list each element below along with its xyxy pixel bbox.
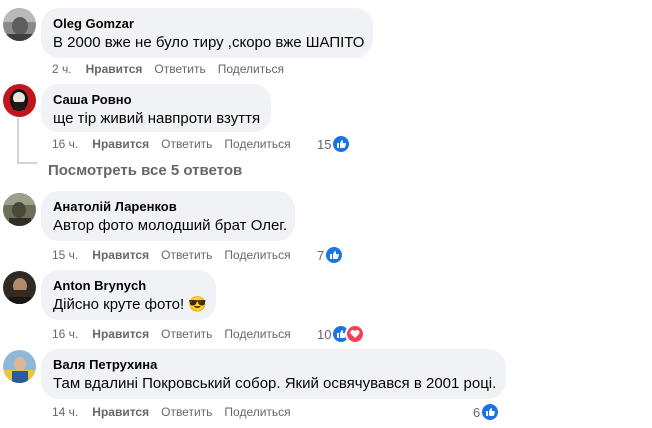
like-button[interactable]: Нравится <box>92 326 149 342</box>
thread-line <box>17 162 37 164</box>
comment-text: Там вдалині Покровський собор. Який освя… <box>53 375 497 392</box>
comment-bubble: Anton Brynych Дійсно круте фото! 😎 <box>41 270 216 320</box>
like-button[interactable]: Нравится <box>86 61 143 77</box>
thread-line <box>17 118 19 164</box>
comment-bubble: Валя Петрухина Там вдалині Покровський с… <box>41 349 506 399</box>
reaction-count: 15 <box>317 136 332 152</box>
comment-time[interactable]: 2 ч. <box>52 61 72 77</box>
reaction-count: 10 <box>317 326 332 342</box>
comment-bubble: Анатолій Ларенков Автор фото молодший бр… <box>41 191 295 241</box>
like-icon <box>480 402 501 422</box>
reply-button[interactable]: Ответить <box>161 326 212 342</box>
reply-button[interactable]: Ответить <box>154 61 205 77</box>
reply-button[interactable]: Ответить <box>161 136 212 152</box>
reaction-summary[interactable]: 15 <box>317 134 352 154</box>
reply-button[interactable]: Ответить <box>161 247 212 263</box>
reaction-count: 6 <box>473 404 481 420</box>
comment-time[interactable]: 16 ч. <box>52 136 78 152</box>
comment-actions: 16 ч. Нравится Ответить Поделиться <box>52 136 303 152</box>
comment-actions: 15 ч. Нравится Ответить Поделиться <box>52 247 303 263</box>
comment-time[interactable]: 16 ч. <box>52 326 78 342</box>
avatar[interactable] <box>3 193 36 226</box>
comment-author[interactable]: Anton Brynych <box>53 278 204 294</box>
comment-author[interactable]: Саша Ровно <box>53 92 259 108</box>
reaction-summary[interactable]: 6 <box>473 402 501 422</box>
reaction-count: 7 <box>317 247 325 263</box>
comment-actions: 16 ч. Нравится Ответить Поделиться <box>52 326 303 342</box>
comment-text: Автор фото молодший брат Олег. <box>53 217 288 234</box>
comment-author[interactable]: Валя Петрухина <box>53 357 494 373</box>
comment-bubble: Oleg Gomzar В 2000 вже не було тиру ,ско… <box>41 8 373 58</box>
comment-time[interactable]: 15 ч. <box>52 247 78 263</box>
share-button[interactable]: Поделиться <box>224 326 290 342</box>
avatar[interactable] <box>3 350 36 383</box>
comment-actions: 2 ч. Нравится Ответить Поделиться <box>52 61 296 77</box>
comment-author[interactable]: Анатолій Ларенков <box>53 199 283 215</box>
comment-text: ще тір живий навпроти взуття <box>53 110 261 127</box>
reaction-summary[interactable]: 7 <box>317 245 345 265</box>
like-icon <box>331 134 352 154</box>
share-button[interactable]: Поделиться <box>218 61 284 77</box>
like-icon <box>324 245 345 265</box>
love-icon <box>345 324 366 344</box>
like-button[interactable]: Нравится <box>92 136 149 152</box>
comment-text: Дійсно круте фото! 😎 <box>53 296 208 313</box>
share-button[interactable]: Поделиться <box>224 247 290 263</box>
comment-bubble: Саша Ровно ще тір живий навпроти взуття <box>41 84 271 132</box>
like-button[interactable]: Нравится <box>92 247 149 263</box>
avatar[interactable] <box>3 84 36 117</box>
comment-author[interactable]: Oleg Gomzar <box>53 16 361 32</box>
avatar[interactable] <box>3 8 36 41</box>
reaction-summary[interactable]: 10 <box>317 324 366 344</box>
view-replies-link[interactable]: Посмотреть все 5 ответов <box>48 162 242 179</box>
share-button[interactable]: Поделиться <box>224 136 290 152</box>
like-button[interactable]: Нравится <box>92 404 149 420</box>
comment-actions: 14 ч. Нравится Ответить Поделиться <box>52 404 303 420</box>
comment-text: В 2000 вже не було тиру ,скоро вже ШАПІТ… <box>53 34 365 51</box>
avatar[interactable] <box>3 271 36 304</box>
reply-button[interactable]: Ответить <box>161 404 212 420</box>
comment-time[interactable]: 14 ч. <box>52 404 78 420</box>
share-button[interactable]: Поделиться <box>224 404 290 420</box>
